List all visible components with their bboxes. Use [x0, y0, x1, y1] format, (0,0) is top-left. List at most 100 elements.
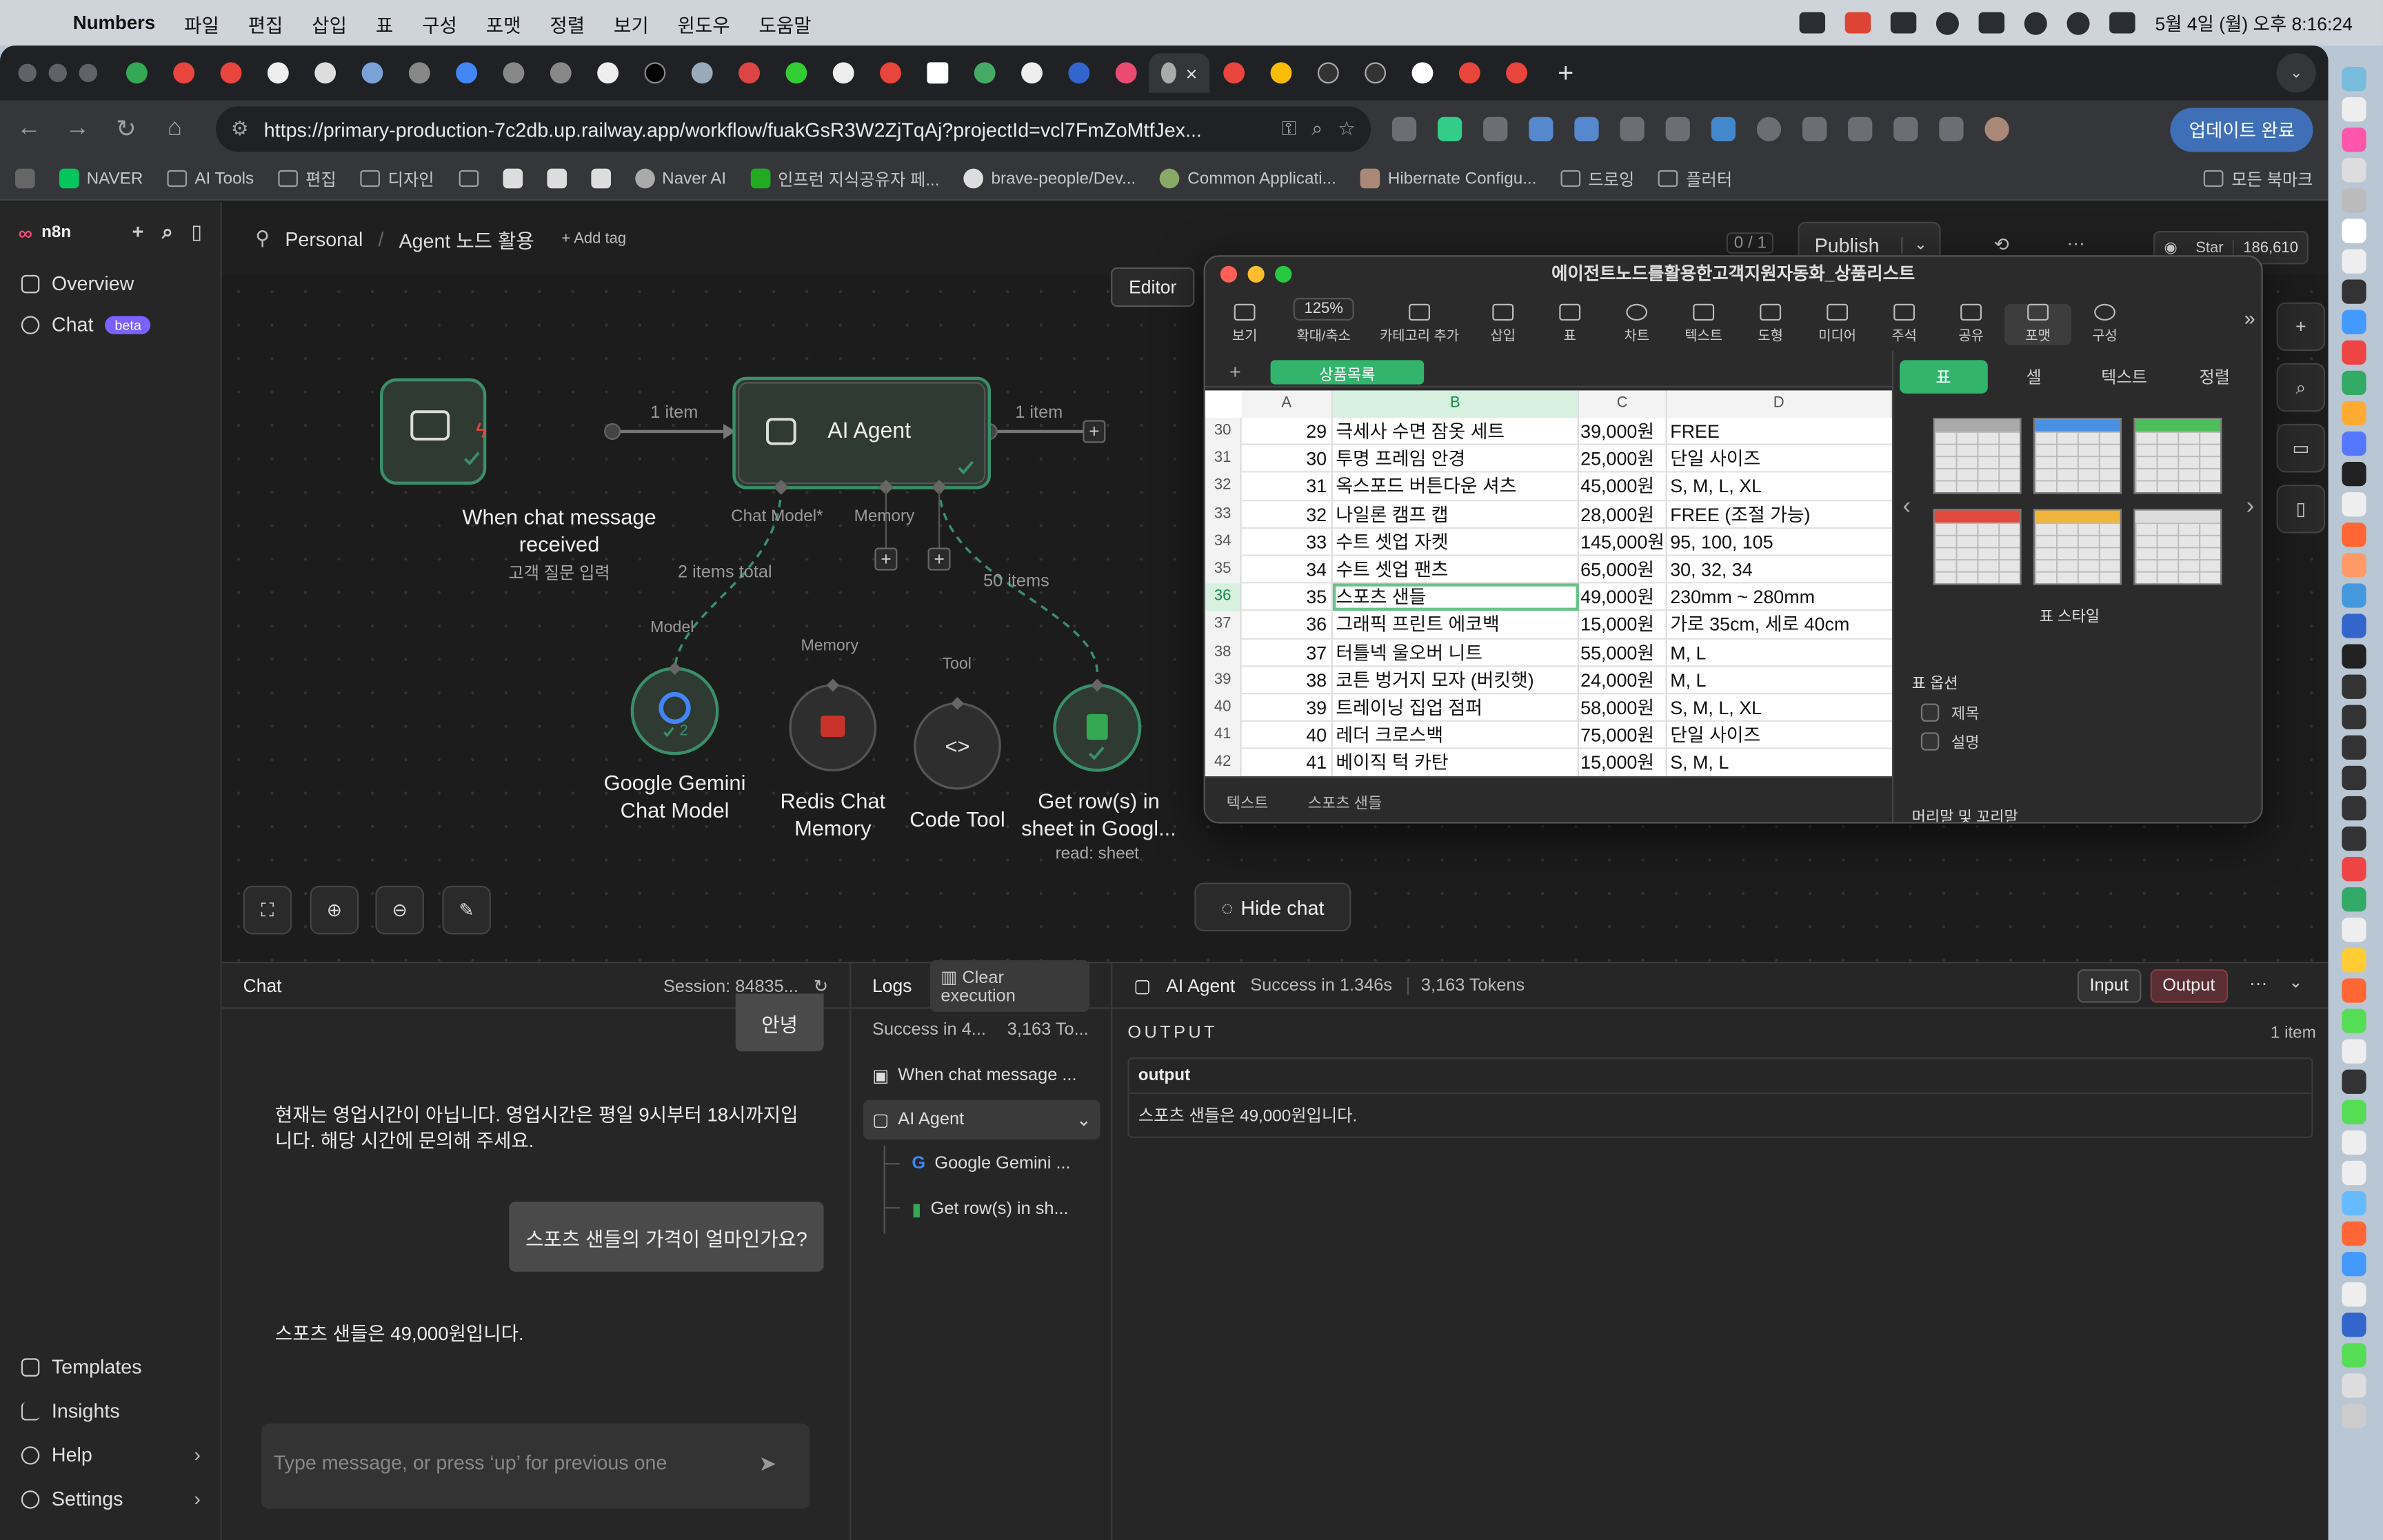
menu-window[interactable]: 윈도우 [678, 8, 730, 37]
address-bar[interactable]: ⚙ https://primary-production-7c2db.up.ra… [215, 106, 1371, 152]
extension-icon[interactable] [1483, 116, 1508, 141]
toolbar-text[interactable]: 텍스트 [1670, 303, 1737, 345]
dock-app-icon[interactable] [2342, 462, 2366, 487]
log-row-gemini[interactable]: G Google Gemini ... [912, 1155, 1103, 1173]
tab-arrange[interactable]: 정렬 [2171, 360, 2258, 393]
dock-app-icon[interactable] [2342, 492, 2366, 517]
trigger-node-box[interactable] [379, 378, 487, 485]
column-header-c[interactable]: C [1579, 390, 1667, 418]
tab-text[interactable]: 텍스트 [2080, 360, 2168, 393]
table-style-plain[interactable] [2133, 509, 2222, 585]
browser-tab[interactable] [1445, 53, 1492, 92]
close-tab-icon[interactable]: × [1186, 61, 1198, 84]
output-cell[interactable]: 스포츠 샌들은 49,000원입니다. [1129, 1094, 2312, 1137]
column-header-b[interactable]: B [1332, 390, 1579, 418]
browser-tab[interactable] [725, 53, 772, 92]
table-row[interactable]: 41 40 레더 크로스백 75,000원 단일 사이즈 [1205, 722, 1892, 750]
browser-tab[interactable] [207, 53, 254, 92]
title-checkbox[interactable]: 제목 [1920, 700, 1980, 723]
input-source-icon[interactable] [1890, 12, 1917, 34]
toolbar-share[interactable]: 공유 [1938, 303, 2004, 345]
bookmark-naver-ai[interactable]: Naver AI [634, 168, 726, 189]
play-icon[interactable] [1936, 11, 1960, 34]
browser-tab[interactable] [678, 53, 725, 92]
cell-price[interactable]: 45,000원 [1578, 473, 1667, 501]
cell-price[interactable]: 39,000원 [1578, 418, 1667, 446]
table-style-blue[interactable] [2033, 418, 2122, 494]
menu-arrange[interactable]: 정렬 [550, 8, 585, 37]
dock-app-icon[interactable] [2342, 1130, 2366, 1155]
browser-tab-active[interactable]: × [1149, 53, 1210, 93]
cell-product-name[interactable]: 트레이닝 집업 점퍼 [1332, 694, 1579, 722]
extension-icon[interactable] [1711, 116, 1736, 141]
search-icon[interactable]: ⌕ [162, 221, 173, 245]
bookmark-common-applications[interactable]: Common Applicati... [1160, 168, 1336, 189]
dock-app-icon[interactable] [2342, 279, 2366, 304]
toolbar-chart[interactable]: 차트 [1603, 303, 1670, 345]
cell-size[interactable]: FREE [1667, 418, 1892, 446]
browser-tab[interactable] [631, 53, 678, 92]
cell-product-name[interactable]: 코튼 벙거지 모자 (버킷햇) [1332, 667, 1579, 695]
browser-tab[interactable] [1351, 53, 1398, 92]
table-row[interactable]: 31 30 투명 프레임 안경 25,000원 단일 사이즈 [1205, 445, 1892, 474]
add-icon[interactable]: + [132, 221, 144, 245]
cell-price[interactable]: 15,000원 [1578, 611, 1667, 639]
close-window-button[interactable] [1220, 265, 1238, 283]
dock-app-icon[interactable] [2342, 401, 2366, 426]
chevron-down-icon[interactable]: ⌄ [1076, 1109, 1091, 1130]
dock-app-icon[interactable] [2342, 1069, 2366, 1094]
zoom-in-button[interactable]: ⊕ [310, 885, 359, 935]
table-row[interactable]: 33 32 나일론 캠프 캡 28,000원 FREE (조절 가능) [1205, 500, 1892, 529]
dock-app-icon[interactable] [2342, 1313, 2366, 1337]
extensions-puzzle-icon[interactable] [1802, 116, 1827, 141]
browser-tab[interactable] [490, 53, 536, 92]
table-style-yellow[interactable] [2033, 509, 2122, 585]
table-row[interactable]: 36 35 스포츠 샌들 49,000원 230mm ~ 280mm [1205, 583, 1892, 611]
cell-product-name[interactable]: 레더 크로스백 [1332, 722, 1579, 750]
control-center-icon[interactable] [2109, 12, 2135, 34]
dock-app-icon[interactable] [2342, 370, 2366, 396]
browser-tab[interactable] [1257, 53, 1304, 92]
browser-tab[interactable] [112, 53, 159, 92]
cell-price[interactable]: 58,000원 [1578, 694, 1667, 722]
browser-tab[interactable] [536, 53, 583, 92]
dock-app-icon[interactable] [2342, 1222, 2366, 1246]
table-row[interactable]: 38 37 터틀넥 울오버 니트 55,000원 M, L [1205, 638, 1892, 667]
caption-checkbox[interactable]: 설명 [1920, 729, 1980, 752]
cell-size[interactable]: 단일 사이즈 [1667, 722, 1892, 750]
browser-tab[interactable] [348, 53, 395, 92]
dock-app-icon[interactable] [2342, 1009, 2366, 1033]
bookmark-folder-edit[interactable]: 편집 [278, 166, 336, 190]
chevron-left-icon[interactable]: ‹ [1902, 494, 1911, 521]
dock-app-icon[interactable] [2342, 1343, 2366, 1368]
table-row[interactable]: 39 38 코튼 벙거지 모자 (버킷햇) 24,000원 M, L [1205, 667, 1892, 695]
menu-help[interactable]: 도움말 [759, 8, 812, 37]
cell-id[interactable]: 29 [1241, 418, 1333, 446]
zoom-out-button[interactable]: ⊖ [375, 885, 424, 935]
cell-id[interactable]: 37 [1241, 638, 1333, 667]
table-row[interactable]: 42 41 베이직 턱 카탄 15,000원 S, M, L [1205, 749, 1892, 777]
cell-id[interactable]: 30 [1241, 445, 1333, 474]
table-row[interactable]: 32 31 옥스포드 버튼다운 셔츠 45,000원 S, M, L, XL [1205, 473, 1892, 501]
sidebar-item-help[interactable]: Help › [0, 1432, 222, 1477]
browser-tab[interactable] [1398, 53, 1445, 92]
apps-icon[interactable] [15, 168, 35, 189]
search-icon[interactable] [2067, 11, 2090, 34]
dock-app-icon[interactable] [2342, 128, 2366, 152]
back-icon[interactable]: ← [15, 116, 43, 143]
extension-icon[interactable] [1756, 116, 1782, 141]
app-status-icon[interactable] [1844, 12, 1871, 34]
more-icon[interactable]: ··· [2249, 973, 2267, 994]
cell-id[interactable]: 40 [1241, 722, 1333, 750]
cell-size[interactable]: M, L [1667, 667, 1892, 695]
extension-icon[interactable] [1391, 116, 1417, 141]
bookmark-folder[interactable] [458, 170, 479, 188]
workflow-title[interactable]: Agent 노드 활용 [399, 224, 534, 253]
toolbar-organize[interactable]: 구성 [2071, 303, 2138, 345]
forward-icon[interactable]: → [64, 116, 92, 143]
bookmark-icon-only[interactable] [502, 168, 523, 189]
dock-app-icon[interactable] [2342, 948, 2366, 973]
cell-product-name[interactable]: 베이직 턱 카탄 [1332, 749, 1579, 777]
menu-edit[interactable]: 편집 [248, 8, 283, 37]
cell-size[interactable]: S, M, L [1667, 749, 1892, 777]
